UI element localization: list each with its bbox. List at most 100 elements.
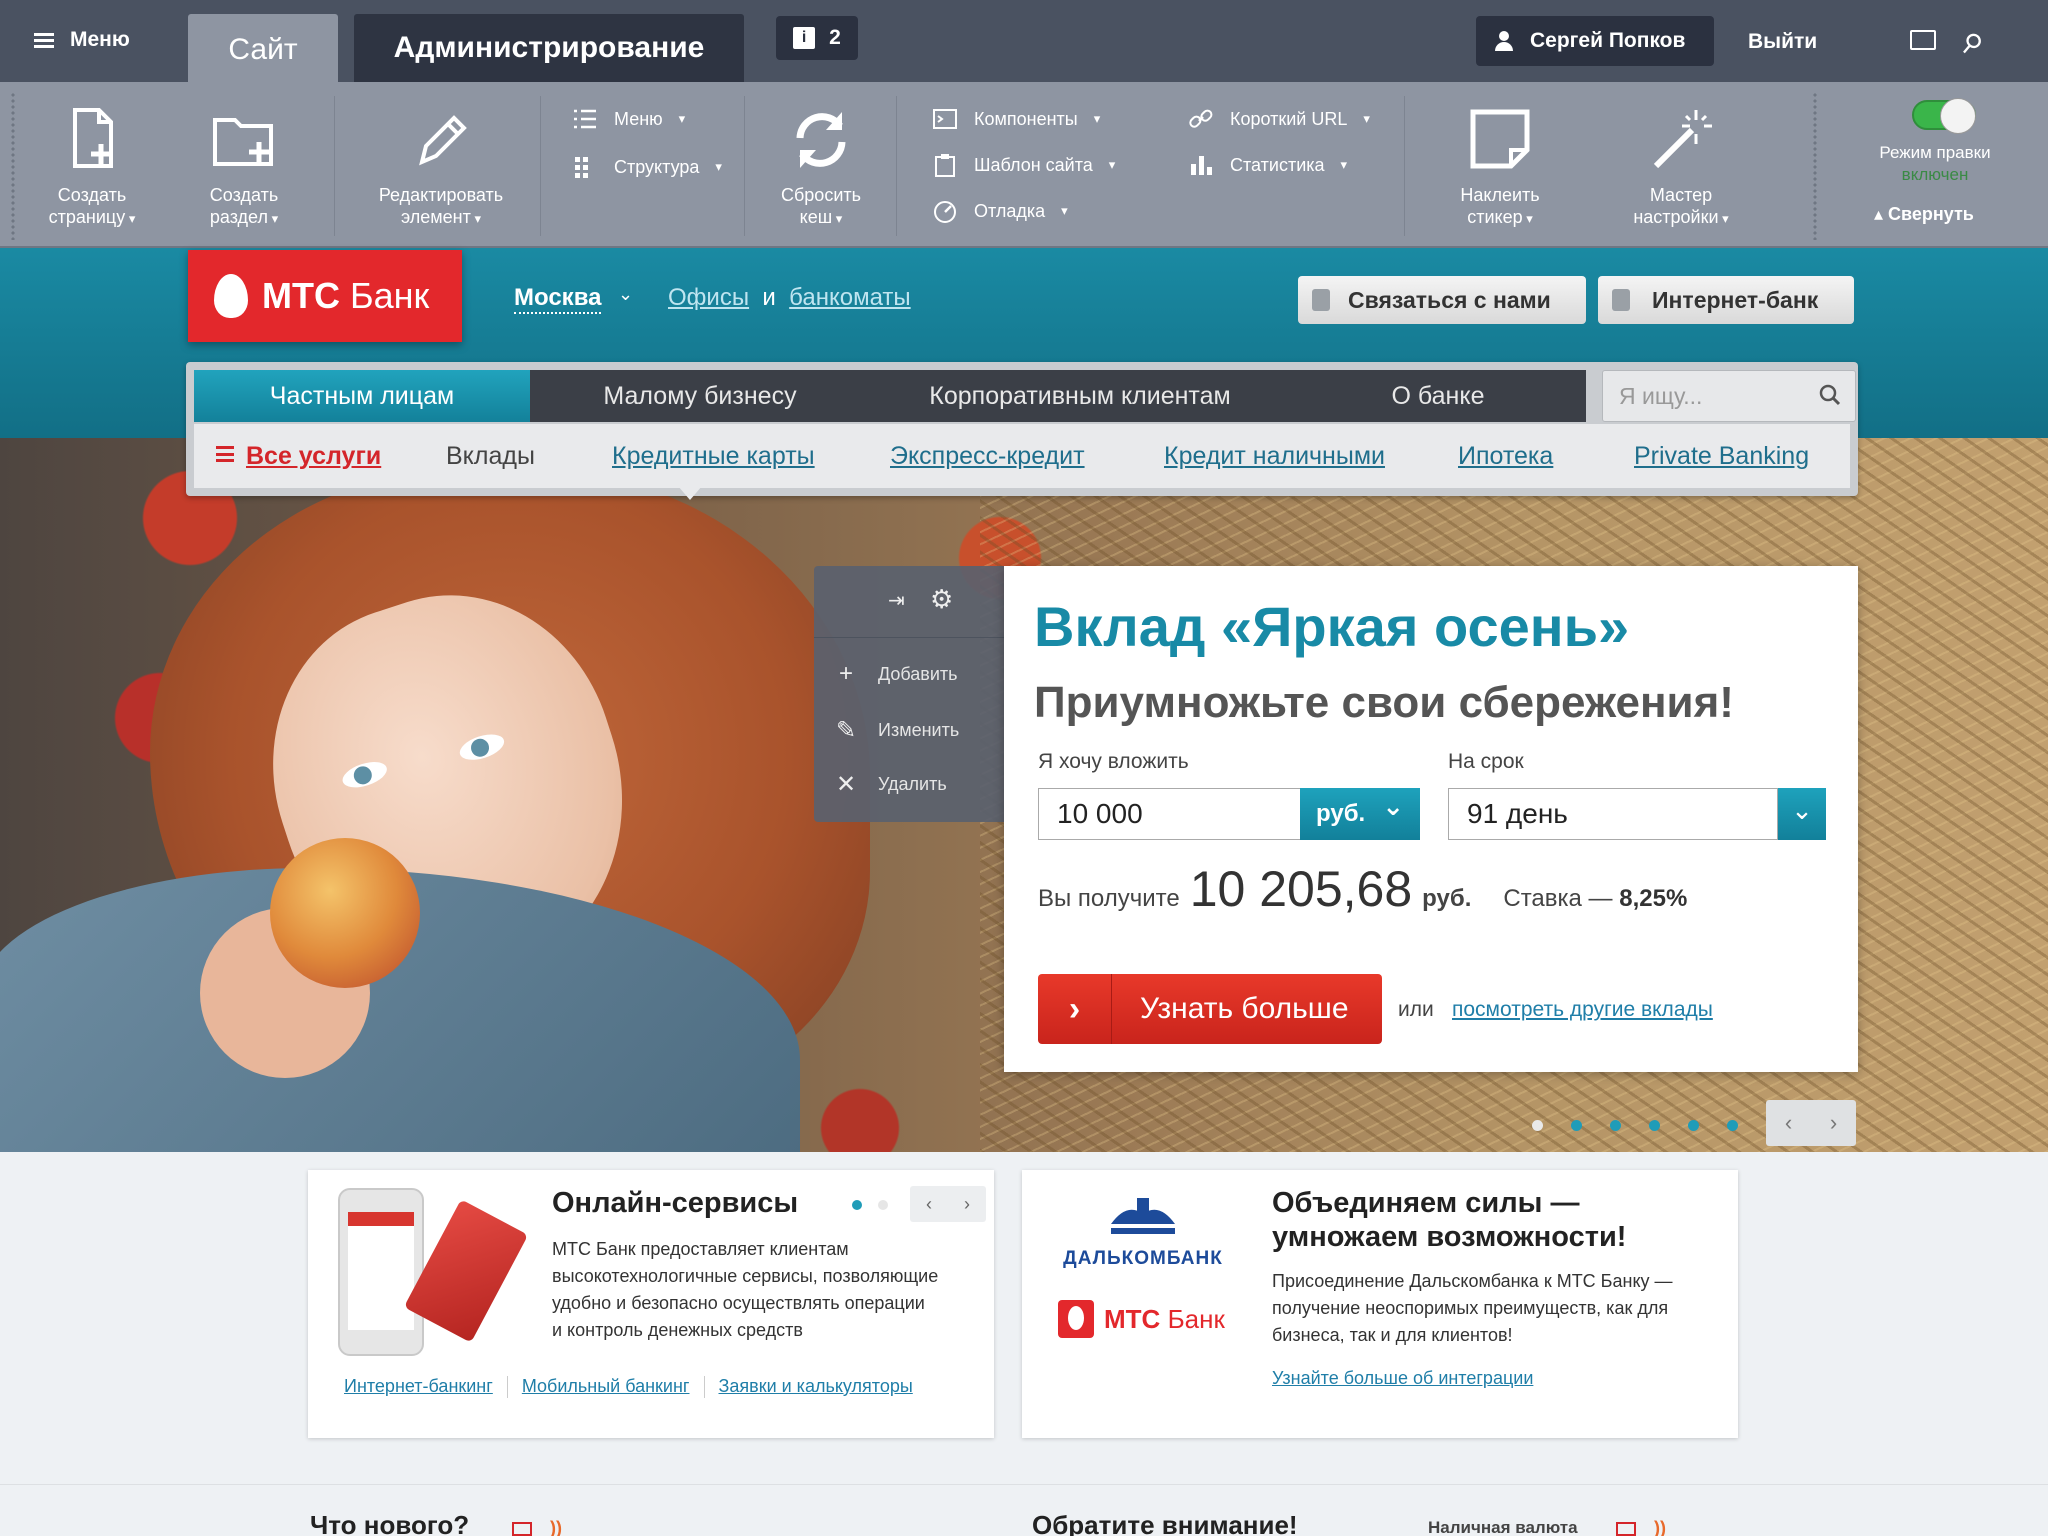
hero-apple [270,838,420,988]
chevron-down-icon[interactable]: ⌄ [1778,788,1826,840]
toolbar-statistics-item[interactable]: Статистика [1188,152,1347,178]
refresh-icon [786,104,856,174]
create-page-label: Создать страницу [34,184,150,230]
panel-delete-button[interactable]: ✕ Удалить [836,770,947,799]
tab-private-clients[interactable]: Частным лицам [194,370,530,422]
user-profile-button[interactable]: Сергей Попков [1476,16,1714,66]
toolbar-debug-item[interactable]: Отладка [932,198,1068,224]
subnav-express-credit[interactable]: Экспресс-кредит [890,442,1085,471]
subnav-cash-credit[interactable]: Кредит наличными [1164,442,1385,471]
edit-element-button[interactable]: Редактировать элемент [366,104,516,230]
toolbar-structure-item[interactable]: Структура [572,154,722,180]
chevron-right-icon[interactable]: › [1811,1100,1856,1146]
atms-link[interactable]: банкоматы [789,284,910,311]
result-amount: 10 205,68 [1189,861,1413,917]
toolbar-template-item[interactable]: Шаблон сайта [932,152,1115,178]
component-edit-panel: ⇥ ⚙ + Добавить ✎ Изменить ✕ Удалить [814,566,1004,822]
toolbar-components-item[interactable]: Компоненты [932,106,1100,132]
mail-icon[interactable] [1616,1522,1636,1536]
reset-cache-button[interactable]: Сбросить кеш [766,104,876,230]
settings-wizard-button[interactable]: Мастер настройки [1618,104,1744,230]
bar-chart-icon [1188,152,1214,178]
admin-menu-button[interactable]: Меню [34,28,130,52]
user-icon [1494,31,1514,51]
admin-toolbar: Создатьстраницу Создатьраздел Редактиров… [0,82,2048,248]
admin-menu-label: Меню [70,28,130,51]
add-sticker-button[interactable]: Наклеить стикер [1440,104,1560,230]
tab-administration[interactable]: Администрирование [354,14,744,82]
pencil-icon [406,104,476,174]
amount-input[interactable]: 10 000 [1038,788,1300,840]
create-page-button[interactable]: Создать страницу [34,104,150,230]
applications-calculators-link[interactable]: Заявки и калькуляторы [719,1376,913,1398]
subnav-credit-cards[interactable]: Кредитные карты [612,442,815,471]
slider-dot[interactable] [1571,1120,1582,1131]
create-section-label: Создать раздел [192,184,296,230]
rss-icon[interactable]: )) [550,1518,562,1536]
hamburger-icon [34,32,54,48]
rss-icon[interactable]: )) [1654,1518,1666,1536]
logout-link[interactable]: Выйти [1748,30,1817,54]
internet-bank-button[interactable]: Интернет-банк [1598,276,1854,324]
edit-mode-toggle[interactable] [1912,98,1976,134]
tab-small-business[interactable]: Малому бизнесу [530,370,870,422]
mail-icon[interactable] [512,1522,532,1536]
offices-link[interactable]: Офисы [668,284,749,311]
slider-dot[interactable] [1610,1120,1621,1131]
toolbar-short-url-item[interactable]: Короткий URL [1188,106,1370,132]
list-icon [216,446,234,462]
merger-text: Присоединение Дальскомбанка к МТС Банку … [1272,1271,1673,1345]
main-navigation: Частным лицам Малому бизнесу Корпоративн… [186,362,1858,500]
pin-icon[interactable]: ⚲ [1954,26,1989,62]
tab-about-bank[interactable]: О банке [1290,370,1586,422]
chevron-right-icon[interactable]: › [948,1186,986,1222]
mobile-banking-link[interactable]: Мобильный банкинг [522,1376,690,1398]
panel-edit-button[interactable]: ✎ Изменить [836,716,959,745]
notifications-button[interactable]: i 2 [776,16,858,60]
online-services-block: Онлайн-сервисы ‹ › МТС Банк предоставляе… [308,1170,994,1438]
pin-icon[interactable]: ⇥ [888,588,905,613]
online-services-title: Онлайн-сервисы [552,1187,799,1219]
learn-more-button[interactable]: › Узнать больше [1038,974,1382,1044]
term-select[interactable]: 91 день [1448,788,1778,840]
toolbar-menu-item[interactable]: Меню [572,106,685,132]
tab-corporate[interactable]: Корпоративным клиентам [870,370,1290,422]
slider-dot[interactable] [1532,1120,1543,1131]
subnav-all-services[interactable]: Все услуги [246,442,381,471]
search-input[interactable]: Я ищу... [1602,370,1856,422]
other-deposits-link[interactable]: посмотреть другие вклады [1452,998,1713,1022]
toolbar-grip-right[interactable] [1812,92,1818,240]
subnav-active-arrow [678,486,702,500]
subnav-deposits[interactable]: Вклады [446,442,535,471]
amount-label: Я хочу вложить [1038,750,1189,773]
create-section-button[interactable]: Создать раздел [192,104,296,230]
subnav-private-banking[interactable]: Private Banking [1634,442,1809,471]
slider-dot[interactable] [1727,1120,1738,1131]
toolbar-grip-left[interactable] [10,92,16,240]
add-sticker-label: Наклеить стикер [1440,184,1560,230]
info-icon: i [793,27,816,49]
mts-bank-logo[interactable]: МТС Банк [188,250,462,342]
settings-wizard-label: Мастер настройки [1618,184,1744,230]
phone-icon [1312,289,1330,311]
gear-icon[interactable]: ⚙ [930,584,953,615]
chevron-left-icon[interactable]: ‹ [910,1186,948,1222]
tab-site[interactable]: Сайт [188,14,338,82]
slider-dot[interactable] [1688,1120,1699,1131]
slider-dot[interactable] [1649,1120,1660,1131]
city-selector[interactable]: Москва [514,284,602,314]
currency-select[interactable]: руб. [1300,780,1420,840]
collapse-toolbar-button[interactable]: ▴ Свернуть [1874,204,1974,225]
panel-add-button[interactable]: + Добавить [836,660,958,688]
reset-cache-label: Сбросить кеш [766,184,876,230]
internet-banking-link[interactable]: Интернет-банкинг [344,1376,493,1398]
phone-illustration [338,1188,424,1356]
chevron-down-icon[interactable]: ⌄ [618,284,633,305]
keyboard-icon[interactable] [1910,30,1936,50]
sticker-icon [1465,104,1535,174]
integration-link[interactable]: Узнайте больше об интеграции [1272,1368,1533,1389]
chevron-left-icon[interactable]: ‹ [1766,1100,1811,1146]
subnav-mortgage[interactable]: Ипотека [1458,442,1553,471]
online-slider-nav: ‹ › [910,1186,986,1222]
contact-us-button[interactable]: Связаться с нами [1298,276,1586,324]
